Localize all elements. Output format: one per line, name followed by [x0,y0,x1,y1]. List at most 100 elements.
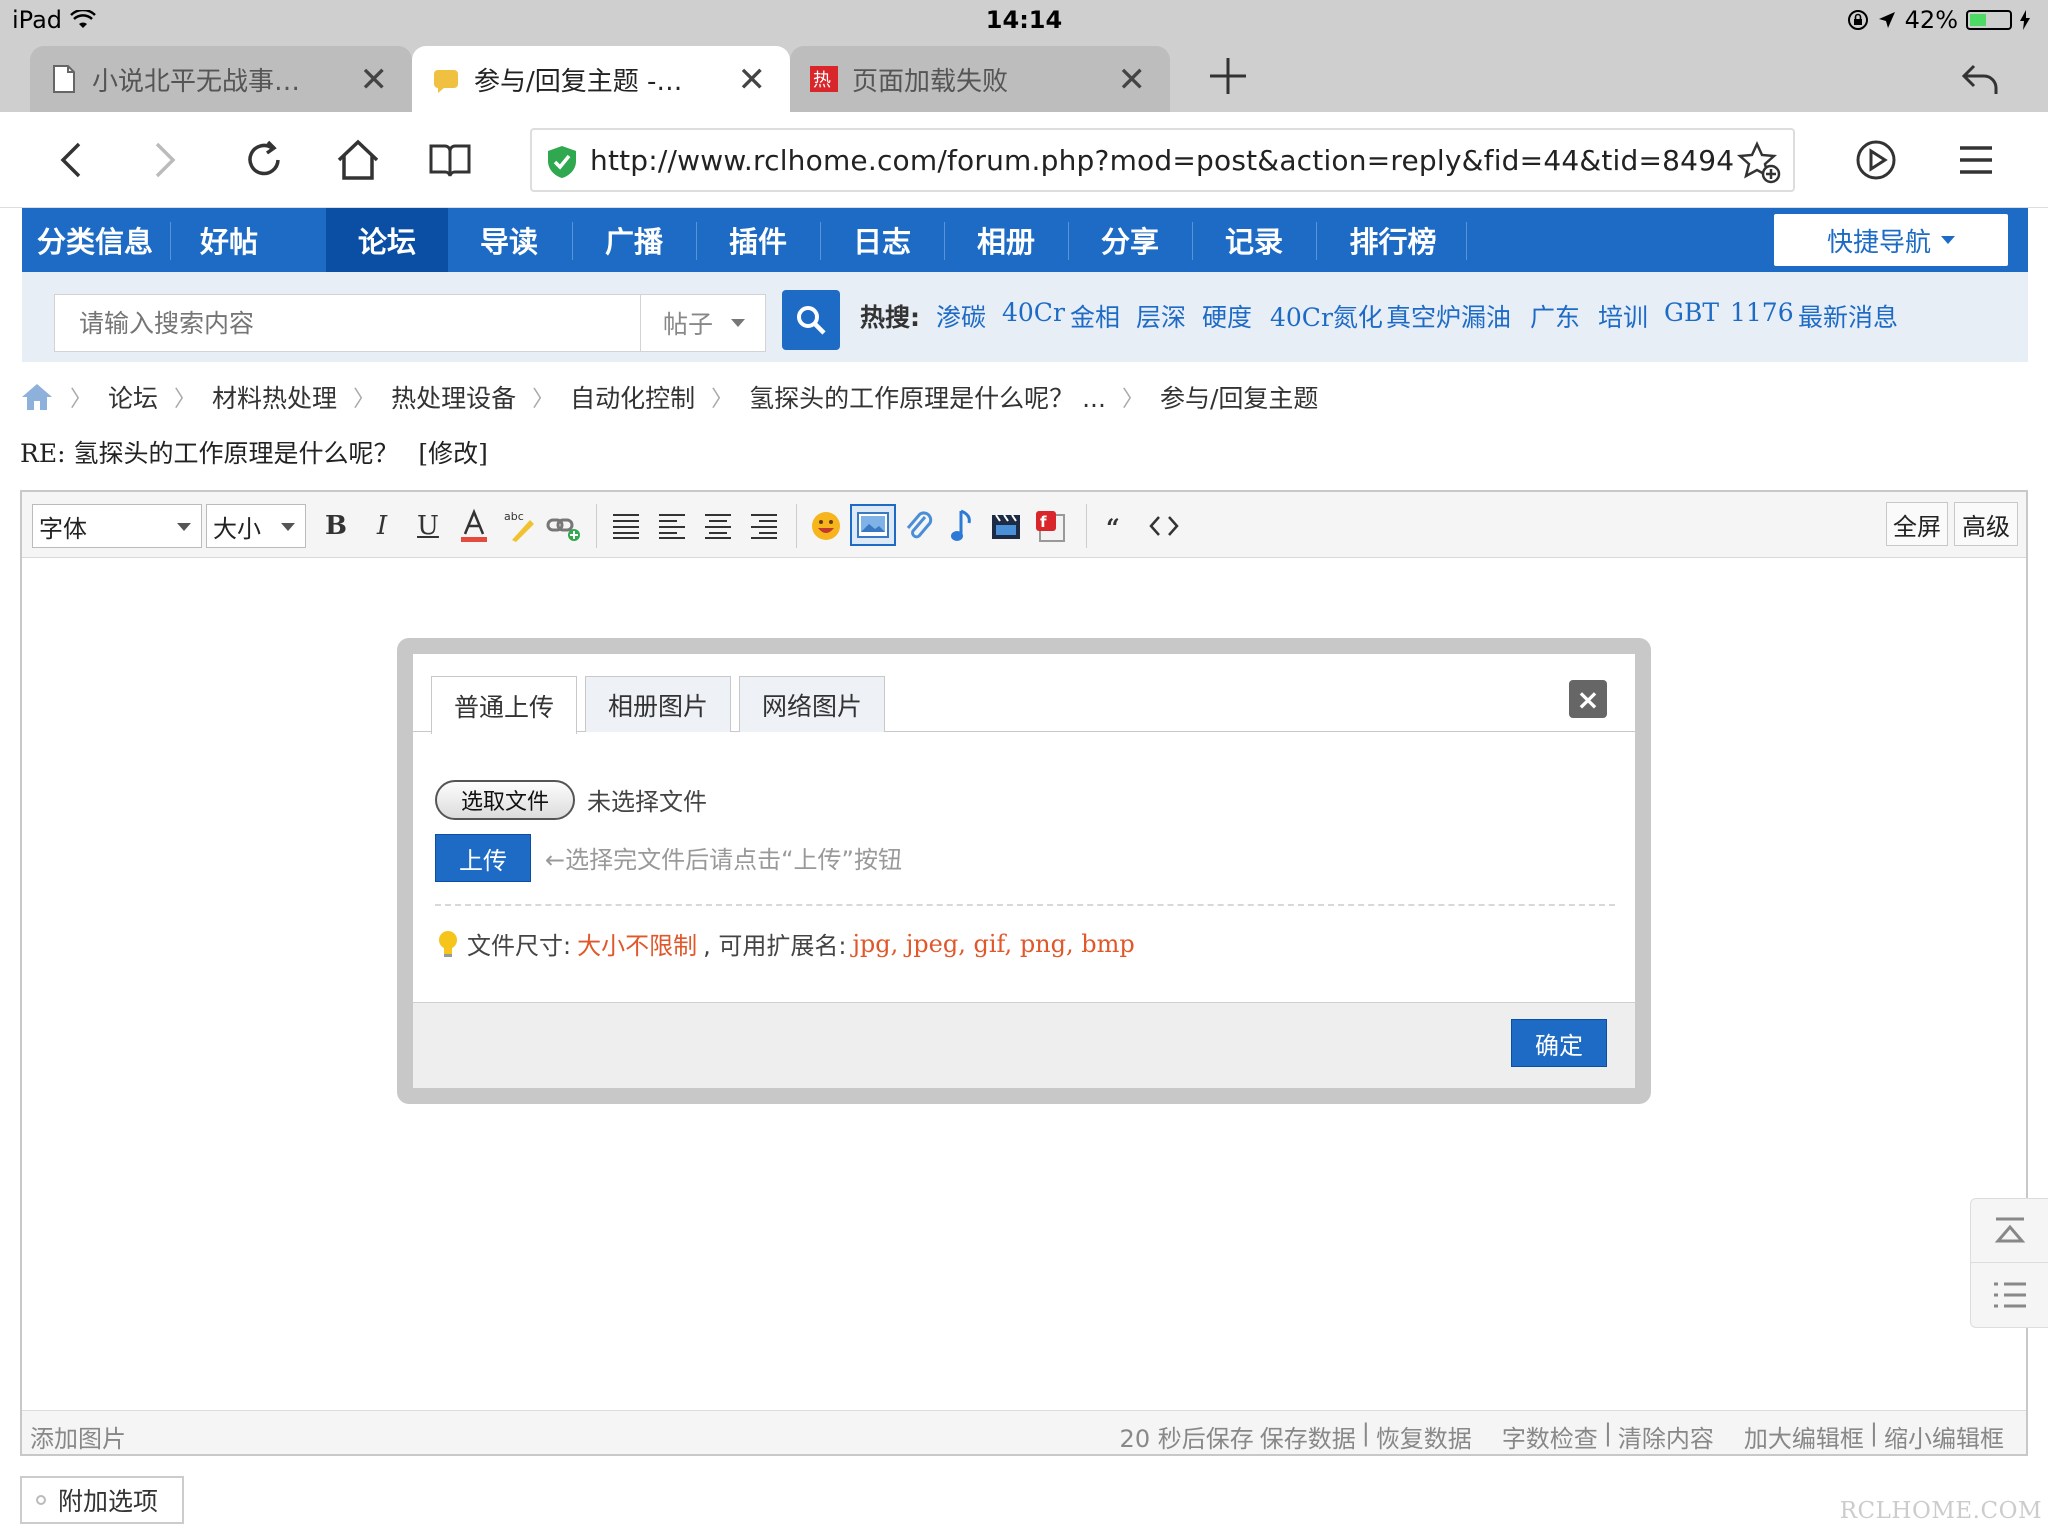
upload-button[interactable]: 上传 [435,834,531,882]
font-color-icon [461,508,487,542]
underline-button[interactable]: U [408,506,448,546]
emoji-button[interactable] [806,506,846,546]
align-right-button[interactable] [744,506,784,546]
nav-item-guide[interactable]: 导读 [448,208,570,272]
close-tab-icon[interactable]: ✕ [360,60,389,100]
nav-item-forum[interactable]: 论坛 [326,208,448,272]
menu-button[interactable] [1946,130,2006,190]
bold-button[interactable]: B [316,506,356,546]
quick-nav-button[interactable]: 快捷导航 [1774,214,2008,266]
enlarge-editor-link[interactable]: 加大编辑框 [1744,1419,1864,1454]
highlight-button[interactable]: abc [500,506,540,546]
chevron-right-icon [155,142,176,178]
close-tab-icon[interactable]: ✕ [738,60,767,100]
browser-tab-2[interactable]: 参与/回复主题 -… ✕ [412,46,790,112]
tab-normal-upload[interactable]: 普通上传 [431,676,577,734]
word-count-link[interactable]: 字数检查 [1502,1419,1598,1454]
close-dialog-icon[interactable]: × [1569,680,1607,718]
bookmarks-button[interactable] [420,130,480,190]
font-color-button[interactable] [454,506,494,546]
breadcrumb-item[interactable]: 论坛 [108,379,158,415]
attachment-button[interactable] [898,506,938,546]
align-justify-button[interactable] [606,506,646,546]
page-icon [53,65,75,93]
browser-tab-1[interactable]: 小说北平无战事… ✕ [30,46,412,112]
tab-web-images[interactable]: 网络图片 [739,676,885,732]
nav-item-classifieds[interactable]: 分类信息 [22,208,168,272]
save-data-link[interactable]: 保存数据 [1260,1419,1356,1454]
breadcrumb-item[interactable]: 自动化控制 [570,379,695,415]
insert-video-button[interactable] [986,506,1026,546]
hot-term[interactable]: 1176 [1730,298,1794,327]
insert-flash-button[interactable]: f [1030,506,1070,546]
add-image-link[interactable]: 添加图片 [30,1419,126,1454]
home-icon[interactable] [20,382,54,412]
reader-mode-button[interactable] [1846,130,1906,190]
breadcrumb-item[interactable]: 热处理设备 [391,379,516,415]
list-view-button[interactable] [1971,1263,2048,1327]
site-watermark: RCLHOME.COM [1839,1498,2042,1524]
home-button[interactable] [328,130,388,190]
hot-term[interactable]: 硬度 [1202,298,1252,334]
font-family-select[interactable]: 字体 [32,504,202,548]
hot-term[interactable]: 最新消息 [1798,298,1898,334]
align-center-button[interactable] [698,506,738,546]
search-input[interactable] [54,294,644,352]
hot-term[interactable]: 40Cr氮化 [1270,298,1383,334]
hot-term[interactable]: 渗碳 [936,298,986,334]
address-bar[interactable]: http://www.rclhome.com/forum.php?mod=pos… [530,128,1795,192]
fullscreen-button[interactable]: 全屏 [1886,502,1948,546]
tab-album-images[interactable]: 相册图片 [585,676,731,732]
hot-term[interactable]: 广东 [1530,298,1580,334]
tab-title: 页面加载失败 [852,66,1009,97]
editor-footer: 添加图片 20 秒后保存 保存数据 | 恢复数据 字数检查 | 清除内容 加大编… [22,1410,2026,1454]
advanced-mode-button[interactable]: 高级 [1954,502,2018,546]
breadcrumb-separator-icon: 〉 [70,387,93,412]
browser-tab-3[interactable]: 热 页面加载失败 ✕ [790,46,1170,112]
hot-term[interactable]: 真空炉漏油 [1386,298,1511,334]
additional-options-button[interactable]: 附加选项 [20,1476,184,1524]
hot-term[interactable]: 层深 [1136,298,1186,334]
nav-item-ranking[interactable]: 排行榜 [1318,208,1468,272]
insert-link-button[interactable] [544,506,584,546]
italic-button[interactable]: I [362,506,402,546]
insert-image-button[interactable] [850,504,896,546]
confirm-button[interactable]: 确定 [1511,1019,1607,1067]
reload-button[interactable] [234,130,294,190]
breadcrumb-item[interactable]: 氢探头的工作原理是什么呢？ ... [749,379,1106,415]
nav-item-album[interactable]: 相册 [946,208,1066,272]
font-size-select[interactable]: 大小 [206,504,306,548]
nav-item-share[interactable]: 分享 [1070,208,1190,272]
choose-file-button[interactable]: 选取文件 [435,780,575,820]
hot-term[interactable]: 金相 [1070,298,1120,334]
back-button[interactable] [42,130,102,190]
clear-content-link[interactable]: 清除内容 [1618,1419,1714,1454]
nav-item-broadcast[interactable]: 广播 [574,208,694,272]
align-justify-icon [613,514,639,539]
add-bookmark-star-icon[interactable] [1737,140,1781,184]
radio-dot-icon [36,1495,46,1505]
nav-item-good-posts[interactable]: 好帖 [172,208,286,272]
nav-item-blog[interactable]: 日志 [822,208,942,272]
search-type-select[interactable]: 帖子 [640,294,766,352]
footer-separator: | [1361,1419,1370,1447]
hot-term[interactable]: 培训 [1598,298,1648,334]
search-button[interactable] [782,290,840,350]
align-left-button[interactable] [652,506,692,546]
forward-button[interactable] [134,130,194,190]
code-button[interactable] [1144,506,1184,546]
restore-data-link[interactable]: 恢复数据 [1376,1419,1472,1454]
close-tab-icon[interactable]: ✕ [1118,60,1147,100]
undo-close-tab-button[interactable] [1960,58,2000,102]
shrink-editor-link[interactable]: 缩小编辑框 [1884,1419,2004,1454]
back-to-top-button[interactable] [1971,1199,2048,1263]
nav-item-records[interactable]: 记录 [1194,208,1314,272]
quote-button[interactable]: “ [1096,506,1136,546]
insert-audio-button[interactable] [942,506,982,546]
new-tab-button[interactable] [1206,54,1250,102]
hot-term[interactable]: GBT [1664,298,1719,327]
edit-title-link[interactable]: [修改] [418,439,488,468]
hot-term[interactable]: 40Cr [1002,298,1065,327]
nav-item-plugins[interactable]: 插件 [698,208,818,272]
breadcrumb-item[interactable]: 材料热处理 [212,379,337,415]
